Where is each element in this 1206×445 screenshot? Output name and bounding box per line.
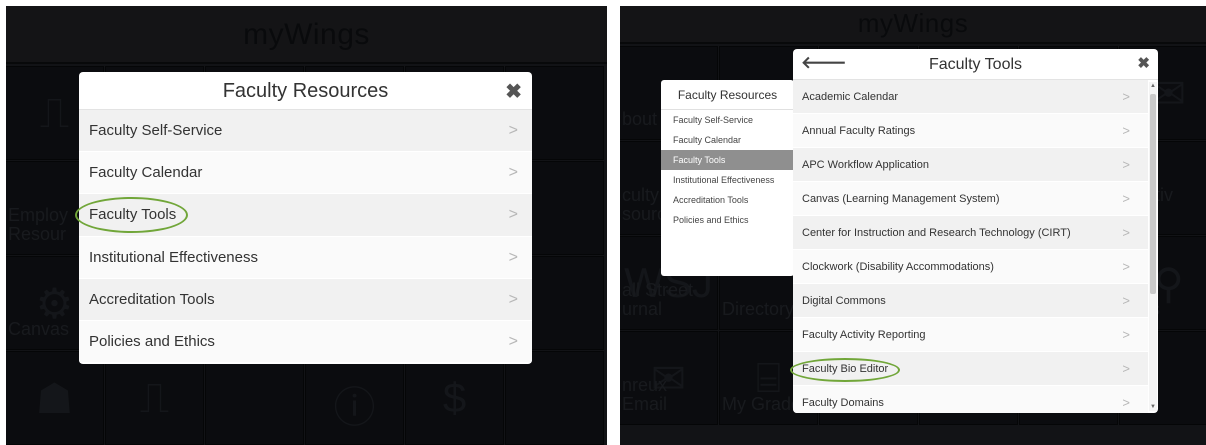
close-icon[interactable]: ✖ [1137, 54, 1150, 72]
modal-header: 🡐 Faculty Tools ✖ [793, 49, 1158, 80]
tools-list: Academic Calendar > Annual Faculty Ratings… [793, 80, 1148, 413]
tool-item-label: Center for Instruction and Research Tech… [802, 227, 1071, 239]
tool-list-item[interactable]: Annual Faculty Ratings > [793, 114, 1148, 148]
chevron-right-icon: > [508, 332, 518, 350]
menu-item-label: Faculty Calendar [89, 164, 203, 182]
back-arrow-icon[interactable]: 🡐 [801, 53, 847, 73]
tool-item-label: Faculty Activity Reporting [802, 329, 926, 341]
modal-title: Faculty Resources [222, 80, 389, 102]
right-screenshot-panel: myWings bout U✉culty sourceNB t Nativ nn… [620, 6, 1206, 445]
tool-list-item[interactable]: Canvas (Learning Management System) > [793, 182, 1148, 216]
menu-item[interactable]: Faculty Tools > [79, 194, 532, 237]
chevron-right-icon: > [1122, 259, 1130, 274]
modal-title: Faculty Tools [928, 56, 1023, 73]
scrollbar[interactable]: ▲ ▼ [1149, 82, 1157, 411]
modal-header: Faculty Resources ✖ [79, 72, 532, 110]
tool-list-item[interactable]: Faculty Domains > [793, 386, 1148, 413]
chevron-right-icon: > [1122, 293, 1130, 308]
menu-item-label: Institutional Effectiveness [89, 248, 258, 266]
chevron-right-icon: > [1122, 327, 1130, 342]
tool-list-item[interactable]: Digital Commons > [793, 284, 1148, 318]
tool-list-item[interactable]: Center for Instruction and Research Tech… [793, 216, 1148, 250]
tool-list-item[interactable]: Academic Calendar > [793, 80, 1148, 114]
tool-item-label: Academic Calendar [802, 91, 898, 103]
side-menu-item[interactable]: Faculty Tools [661, 150, 794, 170]
chevron-right-icon: > [1122, 89, 1130, 104]
tool-list-item[interactable]: Faculty Activity Reporting > [793, 318, 1148, 352]
menu-item-label: Accreditation Tools [89, 290, 215, 308]
chevron-right-icon: > [508, 122, 518, 139]
tool-item-label: Clockwork (Disability Accommodations) [802, 261, 994, 273]
faculty-resources-modal: Faculty Resources ✖ Faculty Self-Service… [79, 72, 532, 364]
side-menu-item[interactable]: Institutional Effectiveness [661, 170, 794, 190]
chevron-right-icon: > [508, 290, 518, 308]
side-menu-list: Faculty Self-Service Faculty Calendar Facu… [661, 110, 794, 230]
chevron-right-icon: > [508, 164, 518, 182]
menu-item[interactable]: Accreditation Tools > [79, 278, 532, 321]
tool-item-label: Canvas (Learning Management System) [802, 193, 1000, 205]
faculty-resources-side-menu: Faculty Resources Faculty Self-Service Fa… [661, 80, 794, 276]
tool-list-item[interactable]: Clockwork (Disability Accommodations) > [793, 250, 1148, 284]
tool-item-label: Digital Commons [802, 295, 886, 307]
menu-item-label: Faculty Tools [89, 206, 177, 224]
menu-item[interactable]: Faculty Self-Service > [79, 110, 532, 153]
chevron-right-icon: > [1122, 191, 1130, 206]
menu-item[interactable]: Institutional Effectiveness > [79, 236, 532, 279]
side-menu-item[interactable]: Faculty Self-Service [661, 110, 794, 130]
scroll-down-icon[interactable]: ▼ [1150, 404, 1156, 410]
tool-list-item[interactable]: Faculty Bio Editor > [793, 352, 1148, 386]
side-menu-title: Faculty Resources [661, 80, 794, 110]
side-menu-item[interactable]: Accreditation Tools [661, 190, 794, 210]
side-menu-item[interactable]: Policies and Ethics [661, 210, 794, 230]
menu-item-label: Faculty Self-Service [89, 122, 223, 139]
menu-item-label: Policies and Ethics [89, 332, 215, 350]
chevron-right-icon: > [1122, 157, 1130, 172]
menu-item[interactable]: Policies and Ethics > [79, 320, 532, 364]
menu-item[interactable]: Faculty Calendar > [79, 152, 532, 195]
scroll-up-icon[interactable]: ▲ [1150, 83, 1156, 89]
chevron-right-icon: > [1122, 123, 1130, 138]
chevron-right-icon: > [508, 206, 518, 224]
menu-list: Faculty Self-Service > Faculty Calendar > Fa… [79, 110, 532, 364]
tool-item-label: Faculty Bio Editor [802, 363, 889, 375]
chevron-right-icon: > [508, 248, 518, 266]
tool-item-label: APC Workflow Application [802, 159, 929, 171]
side-menu-item[interactable]: Faculty Calendar [661, 130, 794, 150]
chevron-right-icon: > [1122, 225, 1130, 240]
left-screenshot-panel: myWings ⎍▦Employ Resourws⚙Canvas▮☗⎍ⓘ$ Fa… [6, 6, 607, 445]
chevron-right-icon: > [1122, 361, 1130, 376]
scroll-thumb[interactable] [1150, 94, 1156, 294]
close-icon[interactable]: ✖ [505, 79, 522, 104]
chevron-right-icon: > [1122, 395, 1130, 410]
tool-item-label: Annual Faculty Ratings [802, 125, 916, 137]
tool-list-item[interactable]: APC Workflow Application > [793, 148, 1148, 182]
faculty-tools-modal: 🡐 Faculty Tools ✖ Academic Calendar > Annu… [793, 49, 1158, 413]
tool-item-label: Faculty Domains [802, 397, 884, 409]
